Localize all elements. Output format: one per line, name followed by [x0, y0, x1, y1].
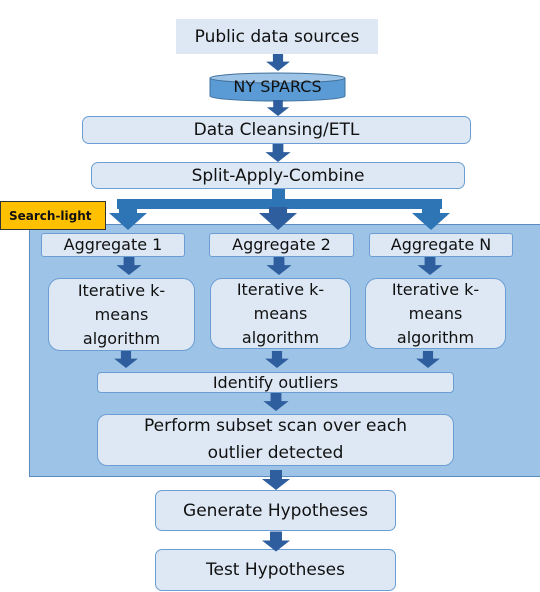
search-light-label: Search-light — [0, 201, 106, 230]
kmeans-node-1: Iterative k-means algorithm — [48, 278, 195, 351]
identify-outliers-node: Identify outliers — [97, 372, 454, 393]
ny-sparcs-label: NY SPARCS — [233, 77, 322, 96]
diagram: Public data sources NY SPARCS Data Clean… — [0, 0, 540, 592]
subset-scan-node: Perform subset scan over each outlier de… — [97, 414, 454, 466]
aggregate-1-node: Aggregate 1 — [41, 233, 185, 257]
kmeans-node-2: Iterative k-means algorithm — [210, 278, 351, 349]
arrow-down-icon — [265, 144, 291, 162]
split-apply-combine-node: Split-Apply-Combine — [91, 162, 465, 189]
public-data-sources-node: Public data sources — [176, 19, 378, 54]
aggregate-2-node: Aggregate 2 — [209, 233, 354, 257]
test-hypotheses-node: Test Hypotheses — [155, 549, 396, 591]
data-cleansing-node: Data Cleansing/ETL — [82, 116, 471, 144]
aggregate-n-node: Aggregate N — [369, 233, 513, 257]
kmeans-node-n: Iterative k-means algorithm — [365, 278, 506, 349]
arrow-down-icon — [266, 100, 290, 116]
generate-hypotheses-node: Generate Hypotheses — [155, 490, 396, 531]
arrow-down-icon — [266, 54, 290, 71]
